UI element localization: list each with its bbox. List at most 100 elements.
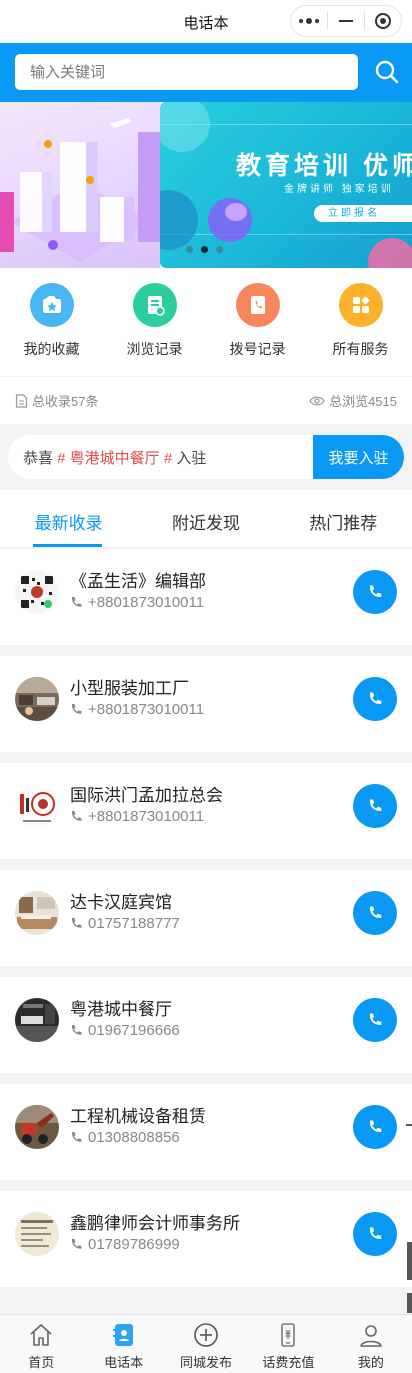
home-icon	[30, 1324, 52, 1346]
call-button[interactable]	[353, 570, 397, 614]
entry-name: 《孟生活》编辑部	[70, 572, 206, 591]
phone-call-icon	[369, 692, 382, 704]
banner-dot[interactable]	[216, 246, 223, 253]
nav-home[interactable]: 首页	[0, 1315, 82, 1373]
entry-phone-number: 01789786999	[88, 1236, 180, 1253]
nav-profile[interactable]: 我的	[330, 1315, 412, 1373]
stats-bar: 总收录57条 总浏览4515	[0, 376, 412, 424]
entry-phone: 01789786999	[70, 1236, 180, 1253]
entry-name: 鑫鹏律师会计师事务所	[70, 1214, 240, 1233]
phone-call-icon	[369, 1227, 382, 1239]
list-tabs: 最新收录 附近发现 热门推荐	[0, 490, 412, 548]
tab-nearby[interactable]: 附近发现	[137, 490, 274, 547]
call-button[interactable]	[353, 891, 397, 935]
banner-cta-button[interactable]: 立即报名	[314, 205, 412, 222]
minimize-button[interactable]	[328, 6, 364, 36]
phone-icon	[71, 1025, 82, 1035]
list-item[interactable]: 达卡汉庭宾馆 01757188777	[0, 870, 412, 966]
mini-program-capsule	[290, 5, 402, 37]
banner-education-slide[interactable]: 教育培训 优师 金牌讲师 独家培训 立即报名	[160, 102, 412, 268]
entry-name: 国际洪门孟加拉总会	[70, 786, 223, 805]
entry-phone: 01308808856	[70, 1129, 180, 1146]
list-item[interactable]: 粤港城中餐厅 01967196666	[0, 977, 412, 1073]
join-button[interactable]: 我要入驻	[313, 435, 404, 479]
total-listed: 总收录57条	[15, 391, 98, 410]
list-item[interactable]: 工程机械设备租赁 01308808856	[0, 1084, 412, 1180]
notice-highlight[interactable]: # 粤港城中餐厅 #	[57, 450, 172, 467]
call-button[interactable]	[353, 1105, 397, 1149]
scroll-tick	[406, 1124, 412, 1126]
phonebook-icon	[112, 1324, 133, 1346]
entry-phone-number: +8801873010011	[88, 808, 205, 825]
search-icon[interactable]	[374, 59, 400, 85]
quick-item-all-services[interactable]: 所有服务	[309, 268, 412, 376]
banner-carousel[interactable]: 教育培训 优师 金牌讲师 独家培训 立即报名	[0, 102, 412, 268]
search-bar	[0, 43, 412, 102]
call-button[interactable]	[353, 677, 397, 721]
entry-phone: +8801873010011	[70, 808, 204, 825]
quick-item-browse-history[interactable]: 浏览记录	[103, 268, 206, 376]
hotel-room-avatar	[15, 891, 59, 935]
quick-item-dial-record[interactable]: 拨号记录	[206, 268, 309, 376]
association-logo-avatar	[15, 784, 59, 828]
nav-publish[interactable]: 同城发布	[165, 1315, 247, 1373]
scrollbar-thumb-lower[interactable]	[407, 1293, 412, 1313]
banner-city-illustration	[0, 102, 160, 268]
phone-icon	[71, 1239, 82, 1249]
add-circle-icon	[194, 1323, 218, 1347]
scrollbar-thumb[interactable]	[407, 1242, 412, 1280]
entry-phone-number: 01308808856	[88, 1129, 180, 1146]
quick-menu: 我的收藏 浏览记录 拨号记录 所有服务	[0, 268, 412, 376]
banner-dot-active[interactable]	[201, 246, 208, 253]
machinery-avatar	[15, 1105, 59, 1149]
phone-call-icon	[369, 585, 382, 597]
search-box[interactable]	[15, 54, 358, 90]
document-icon	[15, 393, 28, 408]
quick-item-label: 我的收藏	[23, 341, 80, 357]
nav-phonebook[interactable]: 电话本	[82, 1315, 164, 1373]
notice-prefix: 恭喜	[23, 449, 58, 467]
restaurant-vip-avatar	[15, 998, 59, 1042]
tab-popular[interactable]: 热门推荐	[275, 490, 412, 547]
list-item[interactable]: 鑫鹏律师会计师事务所 01789786999	[0, 1191, 412, 1287]
entry-name: 粤港城中餐厅	[70, 1000, 172, 1019]
entry-name: 达卡汉庭宾馆	[70, 893, 172, 912]
total-views-text: 总浏览4515	[329, 394, 397, 409]
list-item[interactable]: 小型服装加工厂 +8801873010011	[0, 656, 412, 752]
quick-item-favorites[interactable]: 我的收藏	[0, 268, 103, 376]
phone-icon	[71, 918, 82, 928]
call-button[interactable]	[353, 784, 397, 828]
phone-icon	[71, 704, 82, 714]
more-menu-button[interactable]	[291, 6, 327, 36]
banner-dot[interactable]	[186, 246, 193, 253]
nav-label: 首页	[28, 1355, 55, 1370]
workshop-photo-avatar	[15, 677, 59, 721]
banner-headline: 教育培训 优师	[236, 152, 412, 180]
call-button[interactable]	[353, 1212, 397, 1256]
notice-text: 恭喜 # 粤港城中餐厅 # 入驻	[8, 447, 313, 468]
entry-phone-number: 01967196666	[88, 1022, 180, 1039]
dial-record-icon	[235, 283, 280, 327]
phone-recharge-icon	[281, 1323, 296, 1347]
list-item[interactable]: 国际洪门孟加拉总会 +8801873010011	[0, 763, 412, 859]
call-button[interactable]	[353, 998, 397, 1042]
bottom-nav: 首页 电话本 同城发布 话费充值 我的	[0, 1314, 412, 1373]
phone-icon	[71, 811, 82, 821]
total-listed-text: 总收录57条	[32, 394, 99, 409]
target-circle-icon	[375, 13, 391, 29]
law-firm-avatar	[15, 1212, 59, 1256]
phone-call-icon	[369, 1120, 382, 1132]
list-item[interactable]: 《孟生活》编辑部 +8801873010011	[0, 549, 412, 645]
tab-latest[interactable]: 最新收录	[0, 490, 137, 547]
quick-item-label: 拨号记录	[229, 341, 286, 357]
quick-item-label: 所有服务	[332, 341, 389, 357]
close-target-button[interactable]	[365, 6, 401, 36]
phone-icon	[71, 597, 82, 607]
search-input[interactable]	[30, 63, 330, 81]
phone-call-icon	[369, 1013, 382, 1025]
entry-name: 小型服装加工厂	[70, 679, 189, 698]
entry-phone: 01967196666	[70, 1022, 180, 1039]
nav-recharge[interactable]: 话费充值	[247, 1315, 329, 1373]
nav-label: 话费充值	[262, 1355, 315, 1370]
phone-call-icon	[369, 906, 382, 918]
